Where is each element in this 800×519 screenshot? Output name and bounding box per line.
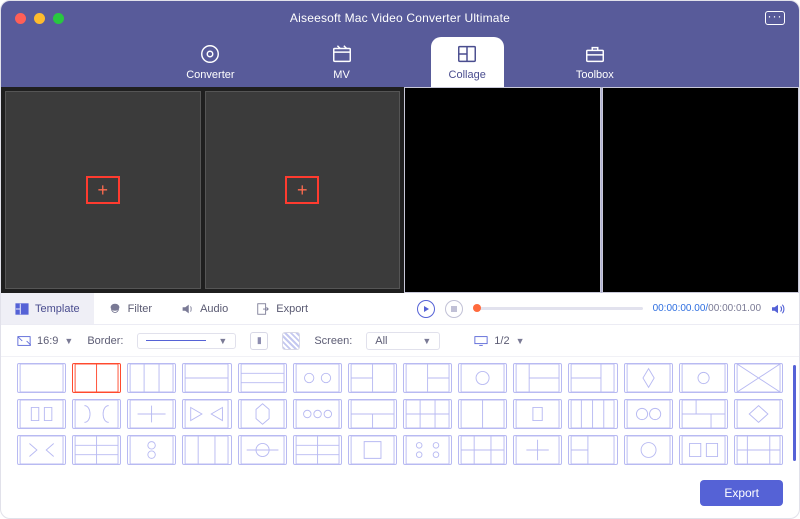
feedback-icon[interactable]: [765, 11, 785, 25]
export-icon: [256, 302, 270, 316]
layout-thumb[interactable]: [293, 399, 342, 429]
layout-thumb[interactable]: [458, 363, 507, 393]
toolbox-icon: [584, 43, 606, 65]
collage-slot-2[interactable]: +: [205, 91, 401, 289]
collage-editor: + +: [1, 87, 404, 293]
border-pattern-button[interactable]: [282, 332, 300, 350]
layout-thumb[interactable]: [403, 435, 452, 465]
aspect-ratio-picker[interactable]: 16:9▼: [17, 334, 73, 348]
preview-player: 00:00:00.00/00:00:01.00: [417, 300, 799, 318]
ratio-icon: [17, 334, 31, 348]
layout-thumb[interactable]: [403, 399, 452, 429]
add-media-icon: +: [86, 176, 120, 204]
preview-slot-2: [602, 87, 799, 293]
layout-thumb[interactable]: [734, 435, 783, 465]
layout-thumb[interactable]: [403, 363, 452, 393]
layout-thumb[interactable]: [568, 435, 617, 465]
time-display: 00:00:00.00/00:00:01.00: [653, 303, 761, 314]
layout-thumb[interactable]: [624, 363, 673, 393]
border-color-button[interactable]: ▮: [250, 332, 268, 350]
layout-grid: M23 0v30 "/> M23 0v30 M0 15h46: [17, 363, 783, 465]
layout-thumb[interactable]: [17, 363, 66, 393]
preview-slot-1: [404, 87, 601, 293]
layout-thumb[interactable]: [568, 399, 617, 429]
layout-thumb[interactable]: M0 15h46: [624, 435, 673, 465]
stop-button[interactable]: [445, 300, 463, 318]
titlebar: Aiseesoft Mac Video Converter Ultimate: [1, 1, 799, 35]
layout-thumb[interactable]: [127, 435, 176, 465]
export-button[interactable]: Export: [700, 480, 783, 506]
collage-slot-1[interactable]: +: [5, 91, 201, 289]
layout-thumb[interactable]: [17, 399, 66, 429]
mid-toolbar: Template Filter Audio Export 00:00:00.00…: [1, 293, 799, 325]
layout-grid-wrap: M23 0v30 "/> M23 0v30 M0 15h46: [1, 357, 799, 473]
layout-thumb[interactable]: [513, 435, 562, 465]
layout-thumb[interactable]: [679, 399, 728, 429]
collage-icon: [456, 43, 478, 65]
border-label: Border:: [87, 335, 123, 347]
volume-icon[interactable]: [771, 303, 785, 315]
converter-icon: [199, 43, 221, 65]
tab-audio[interactable]: Audio: [166, 293, 242, 324]
page-picker[interactable]: 1/2▼: [474, 335, 524, 347]
layout-thumb[interactable]: [458, 435, 507, 465]
layout-thumb[interactable]: [72, 435, 121, 465]
layout-thumb[interactable]: [293, 435, 342, 465]
layout-thumb[interactable]: M23 0v30: [734, 399, 783, 429]
layout-thumb[interactable]: "/>: [458, 399, 507, 429]
screen-label: Screen:: [314, 335, 352, 347]
layout-thumb[interactable]: [182, 435, 231, 465]
layout-thumb[interactable]: [127, 363, 176, 393]
option-tabs: Template Filter Audio Export: [1, 293, 322, 324]
layout-thumb[interactable]: [182, 399, 231, 429]
tab-filter[interactable]: Filter: [94, 293, 166, 324]
template-controls: 16:9▼ Border: ▼ ▮ Screen: All▼ 1/2▼: [1, 325, 799, 357]
grid-scrollbar[interactable]: [793, 365, 796, 461]
layout-thumb[interactable]: [238, 363, 287, 393]
app-title: Aiseesoft Mac Video Converter Ultimate: [1, 11, 799, 25]
layout-thumb[interactable]: [182, 363, 231, 393]
border-style-picker[interactable]: ▼: [137, 333, 236, 349]
play-button[interactable]: [417, 300, 435, 318]
layout-thumb[interactable]: [624, 399, 673, 429]
seek-knob[interactable]: [473, 304, 481, 312]
nav-mv[interactable]: MV: [307, 37, 377, 87]
layout-thumb[interactable]: [293, 363, 342, 393]
nav-collage[interactable]: Collage: [431, 37, 504, 87]
layout-thumb[interactable]: [238, 435, 287, 465]
template-icon: [15, 302, 29, 316]
layout-thumb[interactable]: [568, 363, 617, 393]
layout-thumb[interactable]: [513, 399, 562, 429]
screen-picker[interactable]: All▼: [366, 332, 440, 350]
footer: Export: [1, 473, 799, 513]
layout-thumb[interactable]: [513, 363, 562, 393]
layout-thumb[interactable]: [72, 399, 121, 429]
layout-thumb[interactable]: [72, 363, 121, 393]
preview-panel: [404, 87, 799, 293]
stage: + +: [1, 87, 799, 293]
layout-thumb[interactable]: [17, 435, 66, 465]
tab-template[interactable]: Template: [1, 293, 94, 324]
main-nav: Converter MV Collage Toolbox: [1, 35, 799, 87]
add-media-icon: +: [285, 176, 319, 204]
layout-thumb[interactable]: [127, 399, 176, 429]
layout-thumb[interactable]: [348, 363, 397, 393]
layout-thumb[interactable]: M23 0v30: [679, 363, 728, 393]
layout-thumb[interactable]: [679, 435, 728, 465]
mv-icon: [331, 43, 353, 65]
audio-icon: [180, 302, 194, 316]
layout-thumb[interactable]: [238, 399, 287, 429]
tab-export[interactable]: Export: [242, 293, 322, 324]
filter-icon: [108, 302, 122, 316]
seek-slider[interactable]: [473, 307, 643, 310]
layout-thumb[interactable]: [734, 363, 783, 393]
nav-converter[interactable]: Converter: [168, 37, 252, 87]
monitor-icon: [474, 335, 488, 347]
layout-thumb[interactable]: [348, 435, 397, 465]
nav-toolbox[interactable]: Toolbox: [558, 37, 632, 87]
layout-thumb[interactable]: [348, 399, 397, 429]
app-window: Aiseesoft Mac Video Converter Ultimate C…: [0, 0, 800, 519]
